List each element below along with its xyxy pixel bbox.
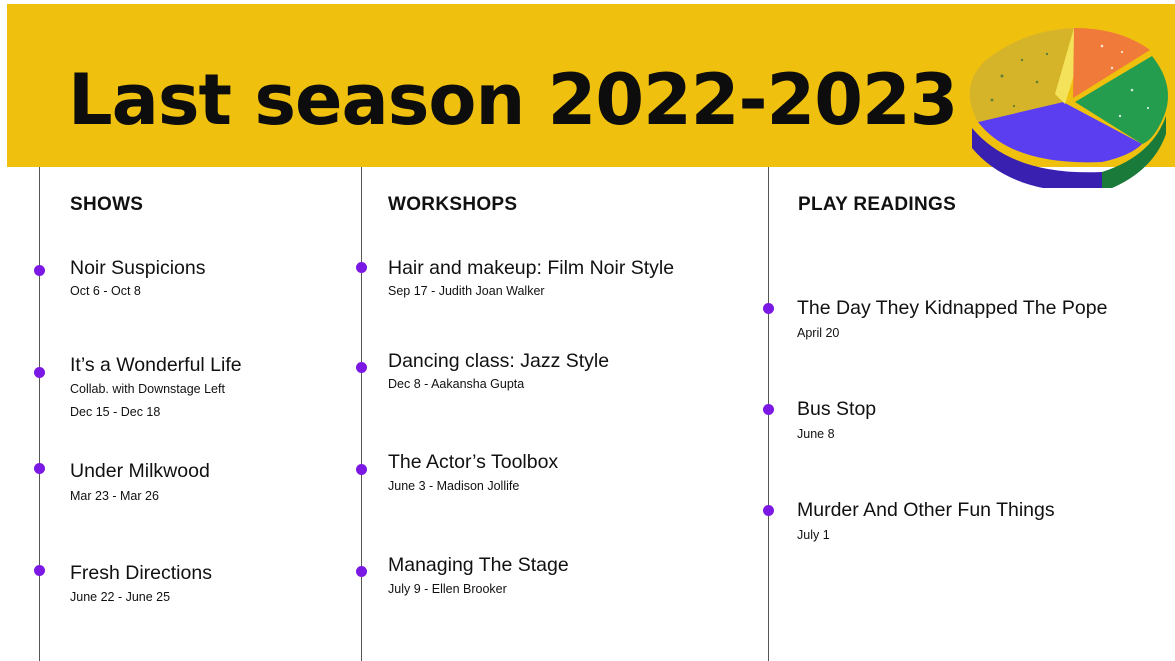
item-detail: June 8 xyxy=(797,427,835,441)
timeline-dot xyxy=(356,464,367,475)
item-title: Managing The Stage xyxy=(388,554,569,576)
item-title: Murder And Other Fun Things xyxy=(797,499,1055,521)
item-title: Under Milkwood xyxy=(70,460,210,482)
item-title: Dancing class: Jazz Style xyxy=(388,350,610,372)
timeline-dot xyxy=(34,367,45,378)
item-title: Hair and makeup: Film Noir Style xyxy=(388,257,675,279)
timeline-dot xyxy=(356,262,367,273)
timeline-line xyxy=(361,167,362,661)
item-detail: June 22 - June 25 xyxy=(70,590,171,604)
item-title: Bus Stop xyxy=(797,398,877,420)
item-title: The Day They Kidnapped The Pope xyxy=(797,297,1108,319)
item-title: Fresh Directions xyxy=(70,562,212,584)
item-detail: Mar 23 - Mar 26 xyxy=(70,489,159,503)
timeline-dot xyxy=(34,463,45,474)
timeline-dot xyxy=(34,565,45,576)
workshops-heading: WORKSHOPS xyxy=(388,194,518,215)
timeline-line xyxy=(39,167,40,661)
item-detail: July 9 - Ellen Brooker xyxy=(388,582,507,596)
item-detail: Oct 6 - Oct 8 xyxy=(70,284,141,298)
timeline-dot xyxy=(763,505,774,516)
timeline-dot xyxy=(763,303,774,314)
item-detail: April 20 xyxy=(797,326,840,340)
item-detail: Sep 17 - Judith Joan Walker xyxy=(388,284,545,298)
shows-heading: SHOWS xyxy=(70,194,144,215)
item-detail: Dec 15 - Dec 18 xyxy=(70,405,161,419)
timeline-dot xyxy=(356,362,367,373)
item-title: Noir Suspicions xyxy=(70,257,206,279)
item-title: The Actor’s Toolbox xyxy=(388,451,559,473)
page-title: Last season 2022-2023 xyxy=(68,59,958,141)
play-readings-heading: PLAY READINGS xyxy=(798,194,957,215)
timeline-dot xyxy=(34,265,45,276)
timeline-dot xyxy=(356,566,367,577)
item-detail: July 1 xyxy=(797,528,830,542)
item-detail: June 3 - Madison Jollife xyxy=(388,479,520,493)
pie-chart-illustration-icon xyxy=(969,28,1168,188)
timeline-dot xyxy=(763,404,774,415)
item-detail: Dec 8 - Aakansha Gupta xyxy=(388,377,525,391)
item-detail: Collab. with Downstage Left xyxy=(70,382,225,396)
item-title: It’s a Wonderful Life xyxy=(70,354,242,376)
